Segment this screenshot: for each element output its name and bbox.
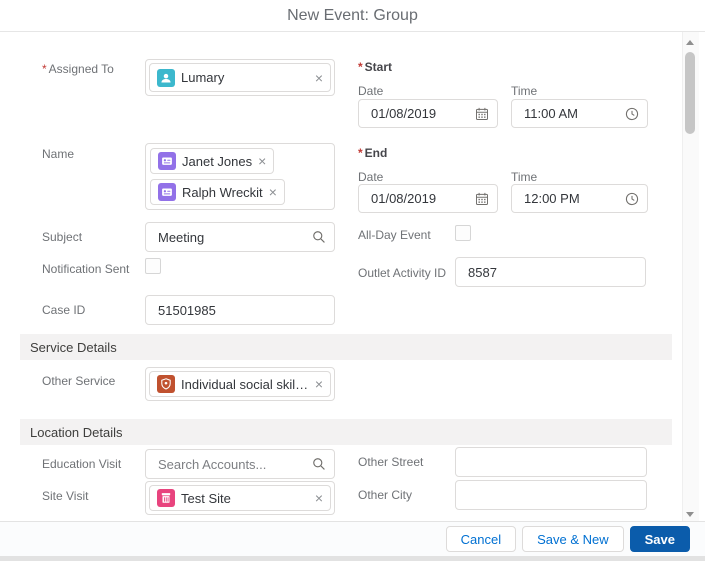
other-street-input[interactable] [455,447,647,477]
calendar-icon[interactable] [475,107,489,121]
case-id-input[interactable] [145,295,335,325]
end-time-label: Time [511,170,538,184]
required-asterisk: * [358,60,363,74]
site-visit-label: Site Visit [42,489,89,503]
name-lookup[interactable]: Janet Jones × Ralph Wreckit × [145,143,335,210]
page-title: New Event: Group [287,6,418,24]
required-asterisk: * [42,62,47,76]
outlet-activity-id-field [455,257,646,287]
name-pill[interactable]: Ralph Wreckit × [150,179,285,205]
save-button[interactable]: Save [629,526,690,552]
notification-sent-label: Notification Sent [42,262,130,276]
start-group-label: * Start [358,60,393,74]
other-service-label: Other Service [42,374,116,388]
search-icon[interactable] [312,230,326,244]
remove-pill-icon[interactable]: × [315,377,323,391]
site-visit-lookup[interactable]: Test Site × [145,481,335,515]
start-time-label: Time [511,84,538,98]
site-building-icon [157,489,175,507]
required-asterisk: * [358,146,363,160]
remove-pill-icon[interactable]: × [258,154,266,168]
subject-label: Subject [42,230,83,244]
all-day-event-label: All-Day Event [358,228,431,242]
new-event-modal: New Event: Group * Assigned To Lumary × *… [0,0,705,561]
site-visit-pill[interactable]: Test Site × [149,485,331,511]
location-details-section-header: Location Details [20,419,672,445]
search-icon[interactable] [312,457,326,471]
notification-sent-checkbox[interactable] [145,258,161,274]
education-visit-input[interactable] [145,449,335,479]
remove-pill-icon[interactable]: × [315,491,323,505]
name-pill[interactable]: Janet Jones × [150,148,275,174]
scroll-up-arrow-icon[interactable] [686,40,694,45]
outlet-activity-id-input[interactable] [455,257,646,287]
assigned-to-pill[interactable]: Lumary × [149,63,331,92]
assigned-to-label: * Assigned To [42,62,114,76]
other-service-pill[interactable]: Individual social skills develo... × [149,371,331,397]
service-details-section-header: Service Details [20,334,672,360]
education-visit-label: Education Visit [42,457,122,471]
other-street-field [455,447,647,477]
modal-footer: Cancel Save & New Save [0,521,705,556]
other-street-label: Other Street [358,455,424,469]
scrollbar-thumb[interactable] [685,52,695,134]
other-city-label: Other City [358,488,413,502]
end-group-label: * End [358,146,388,160]
other-service-pill-label: Individual social skills develo... [181,376,309,392]
site-visit-pill-label: Test Site [181,490,231,506]
contact-avatar-icon [158,152,176,170]
subject-input[interactable] [145,222,335,252]
outlet-activity-id-label: Outlet Activity ID [358,266,447,280]
name-label: Name [42,147,75,161]
service-shield-icon [157,375,175,393]
name-pill-label: Ralph Wreckit [182,184,263,200]
modal-header: New Event: Group [0,0,705,32]
scroll-down-arrow-icon[interactable] [686,512,694,517]
start-date-field [358,99,498,128]
cancel-button[interactable]: Cancel [445,526,517,552]
clock-icon[interactable] [625,107,639,121]
end-time-field [511,184,648,213]
name-pill-label: Janet Jones [182,153,253,169]
assigned-to-lookup[interactable]: Lumary × [145,59,335,96]
backdrop-strip [0,556,705,561]
remove-pill-icon[interactable]: × [315,71,323,85]
case-id-label: Case ID [42,303,86,317]
user-avatar-icon [157,68,175,87]
calendar-icon[interactable] [475,192,489,206]
remove-pill-icon[interactable]: × [269,185,277,199]
all-day-event-checkbox[interactable] [455,225,471,241]
clock-icon[interactable] [625,192,639,206]
end-date-field [358,184,498,213]
other-service-lookup[interactable]: Individual social skills develo... × [145,367,335,401]
save-and-new-button[interactable]: Save & New [522,526,624,552]
start-time-field [511,99,648,128]
education-visit-field [145,449,335,479]
other-city-input[interactable] [455,480,647,510]
contact-avatar-icon [158,183,176,201]
assigned-to-pill-label: Lumary [181,70,225,85]
subject-field [145,222,335,252]
other-city-field [455,480,647,510]
end-date-label: Date [358,170,384,184]
start-date-label: Date [358,84,384,98]
case-id-field [145,295,335,325]
